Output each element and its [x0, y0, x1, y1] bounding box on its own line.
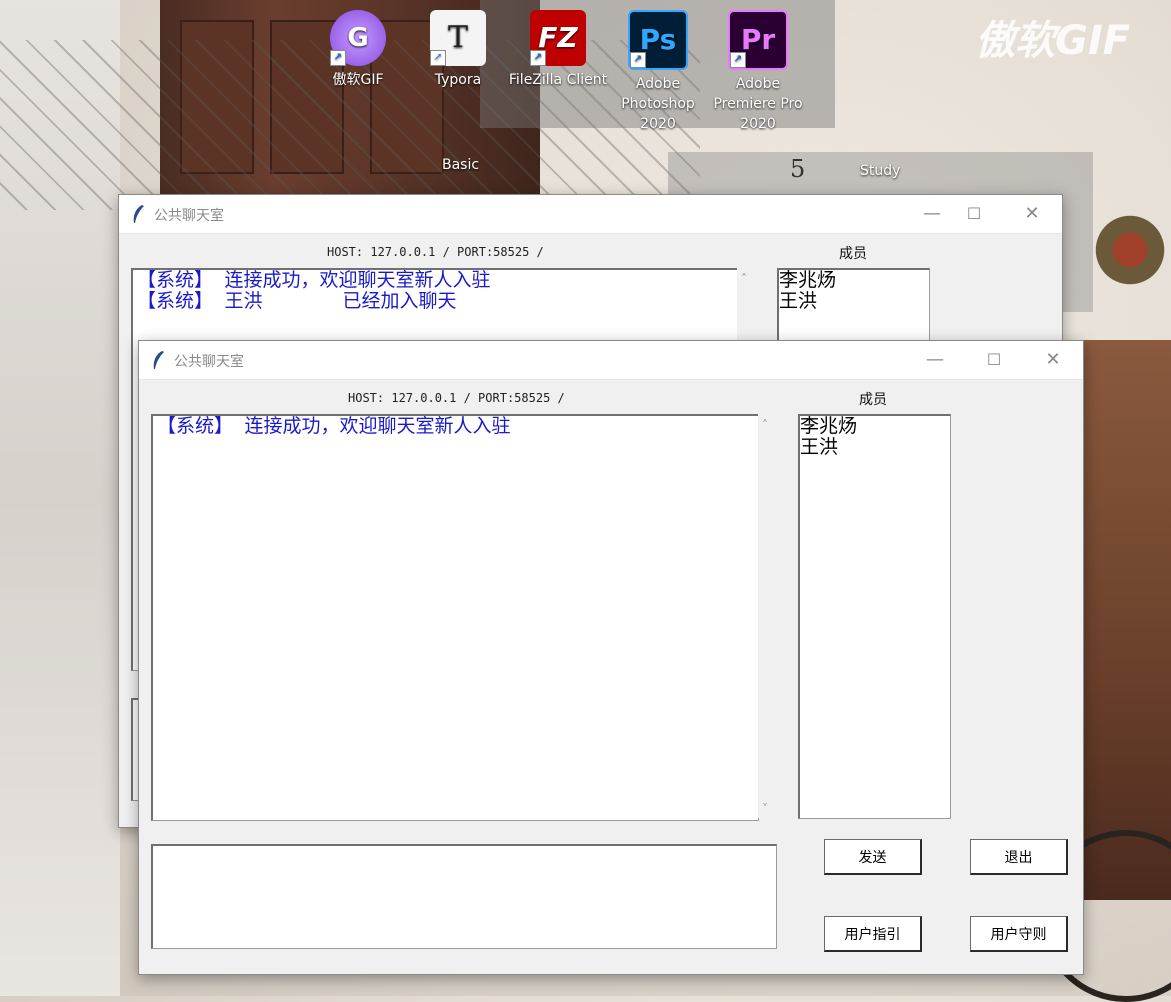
window-title: 公共聊天室: [174, 354, 244, 370]
title-bar[interactable]: 公共聊天室 — ☐ ✕: [119, 195, 1062, 234]
plant-backdrop: [1090, 210, 1170, 290]
user-guide-button[interactable]: 用户指引: [824, 916, 922, 952]
scroll-up-icon[interactable]: ˄: [762, 418, 768, 432]
desktop-folder-study[interactable]: Study: [860, 163, 900, 179]
desktop-icon-premiere[interactable]: Pr ↗ Adobe Premiere Pro 2020: [708, 10, 808, 134]
desktop-item-five: 5: [790, 155, 806, 183]
chat-scrollbar[interactable]: ˄ ˅: [758, 414, 776, 818]
right-door-backdrop: [1080, 340, 1171, 900]
title-bar[interactable]: 公共聊天室 — ☐ ✕: [139, 341, 1083, 380]
close-button[interactable]: ✕: [1002, 195, 1062, 233]
maximize-button[interactable]: ☐: [944, 195, 1004, 233]
scroll-down-icon[interactable]: ˅: [762, 802, 768, 816]
desktop-icon-label: Typora: [434, 72, 482, 88]
desktop-icon-aoruan-gif[interactable]: G ↗ 傲软GIF: [308, 10, 408, 90]
desktop-icon-label: Adobe Premiere Pro 2020: [713, 76, 803, 132]
member-list[interactable]: 李兆炀 王洪: [798, 414, 951, 819]
members-label: 成员: [859, 392, 887, 408]
chat-history[interactable]: 【系统】 连接成功，欢迎聊天室新人入驻: [151, 414, 759, 821]
member-item[interactable]: 李兆炀: [800, 416, 950, 437]
close-button[interactable]: ✕: [1023, 341, 1083, 379]
desktop-icon-photoshop[interactable]: Ps ↗ Adobe Photoshop 2020: [608, 10, 708, 134]
photoshop-icon: Ps ↗: [628, 10, 688, 70]
feather-icon: [153, 351, 164, 369]
desktop-folder-basic[interactable]: Basic: [442, 157, 479, 173]
chat-message: 【系统】 王洪 已经加入聊天: [137, 290, 457, 312]
typora-icon: T ↗: [430, 10, 486, 66]
watermark: 傲软GIF: [975, 18, 1131, 64]
host-info: HOST: 127.0.0.1 / PORT:58525 /: [348, 391, 565, 405]
desktop-icon-filezilla[interactable]: FZ ↗ FileZilla Client: [508, 10, 608, 90]
exit-button[interactable]: 退出: [970, 839, 1068, 875]
send-button[interactable]: 发送: [824, 839, 922, 875]
member-item[interactable]: 王洪: [800, 437, 950, 458]
desktop-icon-typora[interactable]: T ↗ Typora: [408, 10, 508, 90]
user-rules-button[interactable]: 用户守则: [970, 916, 1068, 952]
chat-message: 【系统】 连接成功，欢迎聊天室新人入驻: [137, 269, 491, 291]
filezilla-icon: FZ ↗: [530, 10, 586, 66]
aoruan-gif-icon: G ↗: [330, 10, 386, 66]
minimize-button[interactable]: —: [905, 341, 965, 379]
member-item[interactable]: 王洪: [779, 291, 929, 312]
desktop-icon-label: Adobe Photoshop 2020: [621, 76, 695, 132]
desktop-icon-label: 傲软GIF: [332, 72, 384, 88]
chat-window-front[interactable]: 公共聊天室 — ☐ ✕ HOST: 127.0.0.1 / PORT:58525…: [138, 340, 1084, 975]
window-title: 公共聊天室: [154, 208, 224, 224]
feather-icon: [133, 205, 144, 223]
host-info: HOST: 127.0.0.1 / PORT:58525 /: [327, 245, 544, 259]
scroll-up-icon[interactable]: ˄: [741, 272, 747, 286]
member-item[interactable]: 李兆炀: [779, 270, 929, 291]
premiere-icon: Pr ↗: [728, 10, 788, 70]
chat-message: 【系统】 连接成功，欢迎聊天室新人入驻: [157, 415, 511, 437]
desktop-icon-label: FileZilla Client: [508, 72, 608, 88]
members-label: 成员: [839, 246, 867, 262]
maximize-button[interactable]: ☐: [964, 341, 1024, 379]
message-input[interactable]: [151, 844, 777, 949]
